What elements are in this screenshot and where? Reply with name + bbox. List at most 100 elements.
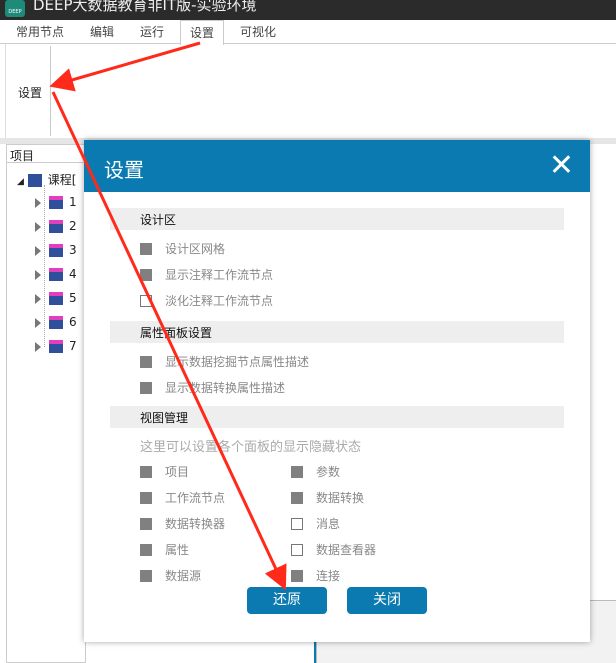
tree-root-label: 课程[ xyxy=(47,173,77,187)
option-transform-desc[interactable]: 显示数据转换属性描述 xyxy=(140,379,285,396)
checkbox[interactable] xyxy=(140,466,152,478)
option-view-project[interactable]: 项目 xyxy=(140,463,189,480)
course-icon xyxy=(27,174,42,187)
option-label: 数据转换器 xyxy=(165,517,226,531)
checkbox[interactable] xyxy=(291,518,303,530)
option-view-connections[interactable]: 连接 xyxy=(291,567,340,584)
menu-tabs: 常用节点 编辑 运行 设置 可视化 xyxy=(0,20,616,45)
expand-icon[interactable] xyxy=(35,197,41,208)
option-design-grid[interactable]: 设计区网格 xyxy=(140,240,225,257)
close-button[interactable]: 关闭 xyxy=(347,587,427,614)
tree-item-label: 2 xyxy=(69,219,77,233)
checkbox[interactable] xyxy=(140,544,152,556)
option-fade-annotation-nodes[interactable]: 淡化注释工作流节点 xyxy=(140,292,273,309)
option-view-messages[interactable]: 消息 xyxy=(291,515,340,532)
view-hint: 这里可以设置各个面板的显示隐藏状态 xyxy=(140,440,362,455)
tree-root[interactable]: ◢ 课程[ xyxy=(17,171,76,188)
app-logo: DEEP xyxy=(5,0,25,17)
tree-item-label: 6 xyxy=(69,315,77,329)
tab-edit[interactable]: 编辑 xyxy=(90,23,114,40)
option-label: 数据查看器 xyxy=(316,543,377,557)
tree-item-label: 5 xyxy=(69,291,77,305)
node-icon xyxy=(49,316,63,329)
tree-item[interactable]: 6 xyxy=(35,315,77,329)
option-view-data-viewer[interactable]: 数据查看器 xyxy=(291,541,376,558)
node-icon xyxy=(49,340,63,353)
tab-visualize[interactable]: 可视化 xyxy=(240,23,276,40)
logo-text: DEEP xyxy=(8,9,22,15)
project-panel: 项目 ◢ 课程[ 1 2 3 4 5 6 7 xyxy=(6,144,86,663)
option-label: 数据转换 xyxy=(316,491,365,505)
option-label: 工作流节点 xyxy=(165,491,226,505)
section-design: 设计区 xyxy=(110,208,564,230)
node-icon xyxy=(49,244,63,257)
checkbox[interactable] xyxy=(140,492,152,504)
option-label: 参数 xyxy=(316,465,341,479)
checkbox[interactable] xyxy=(291,466,303,478)
window-title: DEEP大数据教育非IT版-实验环境 xyxy=(33,0,257,14)
option-label: 显示数据挖掘节点属性描述 xyxy=(165,355,310,369)
tree-item[interactable]: 1 xyxy=(35,195,77,209)
checkbox[interactable] xyxy=(140,243,152,255)
ribbon: 设置 xyxy=(5,44,616,140)
expand-icon[interactable] xyxy=(35,317,41,328)
checkbox[interactable] xyxy=(140,382,152,394)
option-label: 显示数据转换属性描述 xyxy=(165,381,286,395)
close-icon[interactable]: ✕ xyxy=(549,148,574,183)
tab-settings[interactable]: 设置 xyxy=(180,20,225,45)
checkbox[interactable] xyxy=(140,518,152,530)
checkbox[interactable] xyxy=(291,544,303,556)
settings-dialog: 设置 ✕ 设计区 设计区网格 显示注释工作流节点 淡化注释工作流节点 属性面板设… xyxy=(84,140,590,642)
checkbox[interactable] xyxy=(291,492,303,504)
tree-item[interactable]: 7 xyxy=(35,339,77,353)
tree-item[interactable]: 4 xyxy=(35,267,77,281)
checkbox[interactable] xyxy=(291,570,303,582)
option-label: 显示注释工作流节点 xyxy=(165,268,274,282)
option-label: 设计区网格 xyxy=(165,242,226,256)
option-label: 淡化注释工作流节点 xyxy=(165,294,274,308)
ribbon-divider xyxy=(50,46,51,136)
option-label: 消息 xyxy=(316,517,341,531)
restore-button[interactable]: 还原 xyxy=(247,587,327,614)
tree-item[interactable]: 3 xyxy=(35,243,77,257)
dialog-title: 设置 xyxy=(104,158,144,182)
checkbox[interactable] xyxy=(140,356,152,368)
tree-item-label: 7 xyxy=(69,339,77,353)
tree-item-label: 3 xyxy=(69,243,77,257)
section-view: 视图管理 xyxy=(110,406,564,428)
tree-item[interactable]: 2 xyxy=(35,219,77,233)
expand-icon[interactable] xyxy=(35,293,41,304)
option-view-properties[interactable]: 属性 xyxy=(140,541,189,558)
option-view-workflow-nodes[interactable]: 工作流节点 xyxy=(140,489,225,506)
section-property: 属性面板设置 xyxy=(110,321,564,343)
expand-icon[interactable] xyxy=(35,269,41,280)
expand-icon[interactable] xyxy=(35,341,41,352)
ribbon-settings-button[interactable]: 设置 xyxy=(18,84,42,101)
tab-run[interactable]: 运行 xyxy=(140,23,164,40)
dialog-header: 设置 ✕ xyxy=(84,140,590,192)
option-view-datasource[interactable]: 数据源 xyxy=(140,567,201,584)
checkbox[interactable] xyxy=(140,570,152,582)
title-bar: DEEP DEEP大数据教育非IT版-实验环境 xyxy=(0,0,616,20)
node-icon xyxy=(49,268,63,281)
option-label: 连接 xyxy=(316,569,341,583)
tree-item-label: 4 xyxy=(69,267,77,281)
option-label: 项目 xyxy=(165,465,190,479)
checkbox[interactable] xyxy=(140,295,152,307)
expand-icon[interactable] xyxy=(35,221,41,232)
node-icon xyxy=(49,220,63,233)
option-view-transform[interactable]: 数据转换 xyxy=(291,489,364,506)
tree-item-label: 1 xyxy=(69,195,77,209)
option-mining-node-desc[interactable]: 显示数据挖掘节点属性描述 xyxy=(140,353,309,370)
expand-icon[interactable] xyxy=(35,245,41,256)
option-view-params[interactable]: 参数 xyxy=(291,463,340,480)
option-show-annotation-nodes[interactable]: 显示注释工作流节点 xyxy=(140,266,273,283)
node-icon xyxy=(49,292,63,305)
option-view-converter[interactable]: 数据转换器 xyxy=(140,515,225,532)
option-label: 属性 xyxy=(165,543,190,557)
checkbox[interactable] xyxy=(140,269,152,281)
project-panel-header: 项目 xyxy=(7,145,85,163)
tab-common-nodes[interactable]: 常用节点 xyxy=(16,23,64,40)
node-icon xyxy=(49,196,63,209)
tree-item[interactable]: 5 xyxy=(35,291,77,305)
